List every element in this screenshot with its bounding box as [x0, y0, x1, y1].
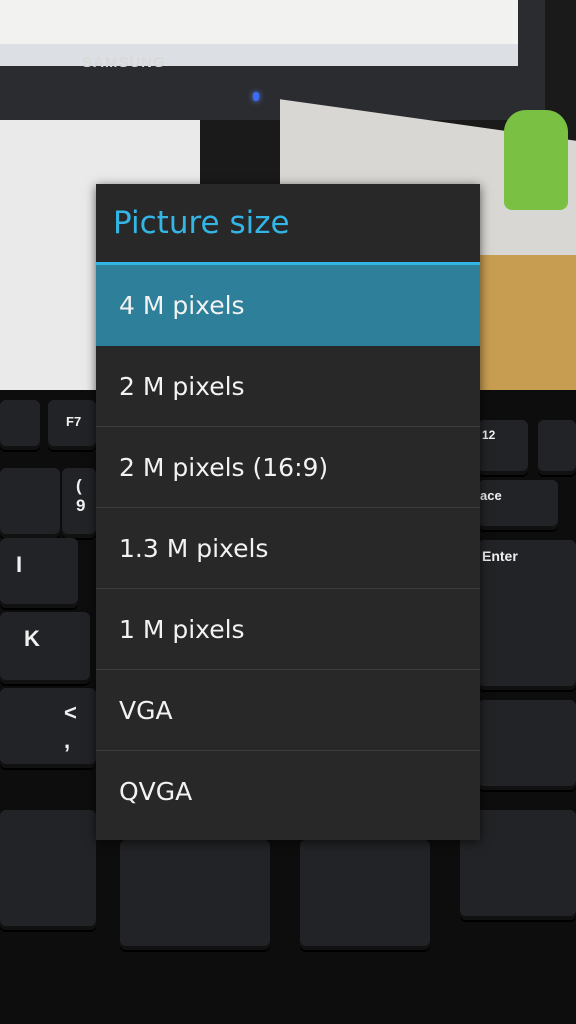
option-label: 2 M pixels (16:9): [119, 452, 329, 482]
option-qvga[interactable]: QVGA: [96, 751, 480, 832]
keyboard-key-label: Enter: [482, 548, 518, 564]
picture-size-dialog: Picture size 4 M pixels 2 M pixels 2 M p…: [96, 184, 480, 840]
keyboard-key-label: I: [16, 552, 23, 577]
option-4mp[interactable]: 4 M pixels: [96, 265, 480, 346]
option-label: 1 M pixels: [119, 614, 245, 644]
option-1-3mp[interactable]: 1.3 M pixels: [96, 508, 480, 589]
keyboard-key: ( 9: [62, 468, 96, 538]
option-label: 2 M pixels: [119, 371, 245, 401]
keyboard-key: < ,: [0, 688, 96, 768]
power-led: [253, 92, 259, 101]
option-2mp[interactable]: 2 M pixels: [96, 346, 480, 427]
option-label: VGA: [119, 695, 173, 725]
keyboard-key: [0, 400, 40, 450]
monitor-taskbar: [0, 44, 518, 66]
android-figure: [504, 110, 568, 210]
option-label: QVGA: [119, 777, 193, 806]
keyboard-key: Enter: [478, 540, 576, 690]
keyboard-key-label: 12: [482, 428, 496, 442]
keyboard-key-label: F7: [66, 414, 82, 429]
dialog-title-bar: Picture size: [96, 184, 480, 262]
keyboard-key-label: <: [64, 700, 77, 725]
keyboard-key-label: (: [76, 476, 82, 495]
keyboard-key-label: K: [24, 626, 40, 651]
keyboard-key: I: [0, 538, 78, 608]
option-label: 1.3 M pixels: [119, 533, 269, 563]
keyboard-key: [0, 810, 96, 930]
keyboard-key: [0, 468, 60, 538]
keyboard-key-label: ,: [64, 728, 71, 753]
option-1mp[interactable]: 1 M pixels: [96, 589, 480, 670]
keyboard-key: [538, 420, 576, 475]
picture-size-options: 4 M pixels 2 M pixels 2 M pixels (16:9) …: [96, 265, 480, 832]
dialog-title: Picture size: [113, 205, 290, 241]
keyboard-key: [300, 840, 430, 950]
monitor-brand-text: SAMSUNG: [82, 54, 166, 71]
keyboard-key: F7: [48, 400, 96, 450]
keyboard-key: K: [0, 612, 90, 684]
keyboard-key-label: ace: [480, 488, 502, 503]
option-2mp-16-9[interactable]: 2 M pixels (16:9): [96, 427, 480, 508]
keyboard-key-label: 9: [76, 496, 86, 515]
keyboard-key: [120, 840, 270, 950]
option-label: 4 M pixels: [119, 290, 245, 320]
keyboard-key: [478, 700, 576, 790]
keyboard-key: 12: [478, 420, 528, 475]
keyboard-key: ace: [478, 480, 558, 530]
option-vga[interactable]: VGA: [96, 670, 480, 751]
